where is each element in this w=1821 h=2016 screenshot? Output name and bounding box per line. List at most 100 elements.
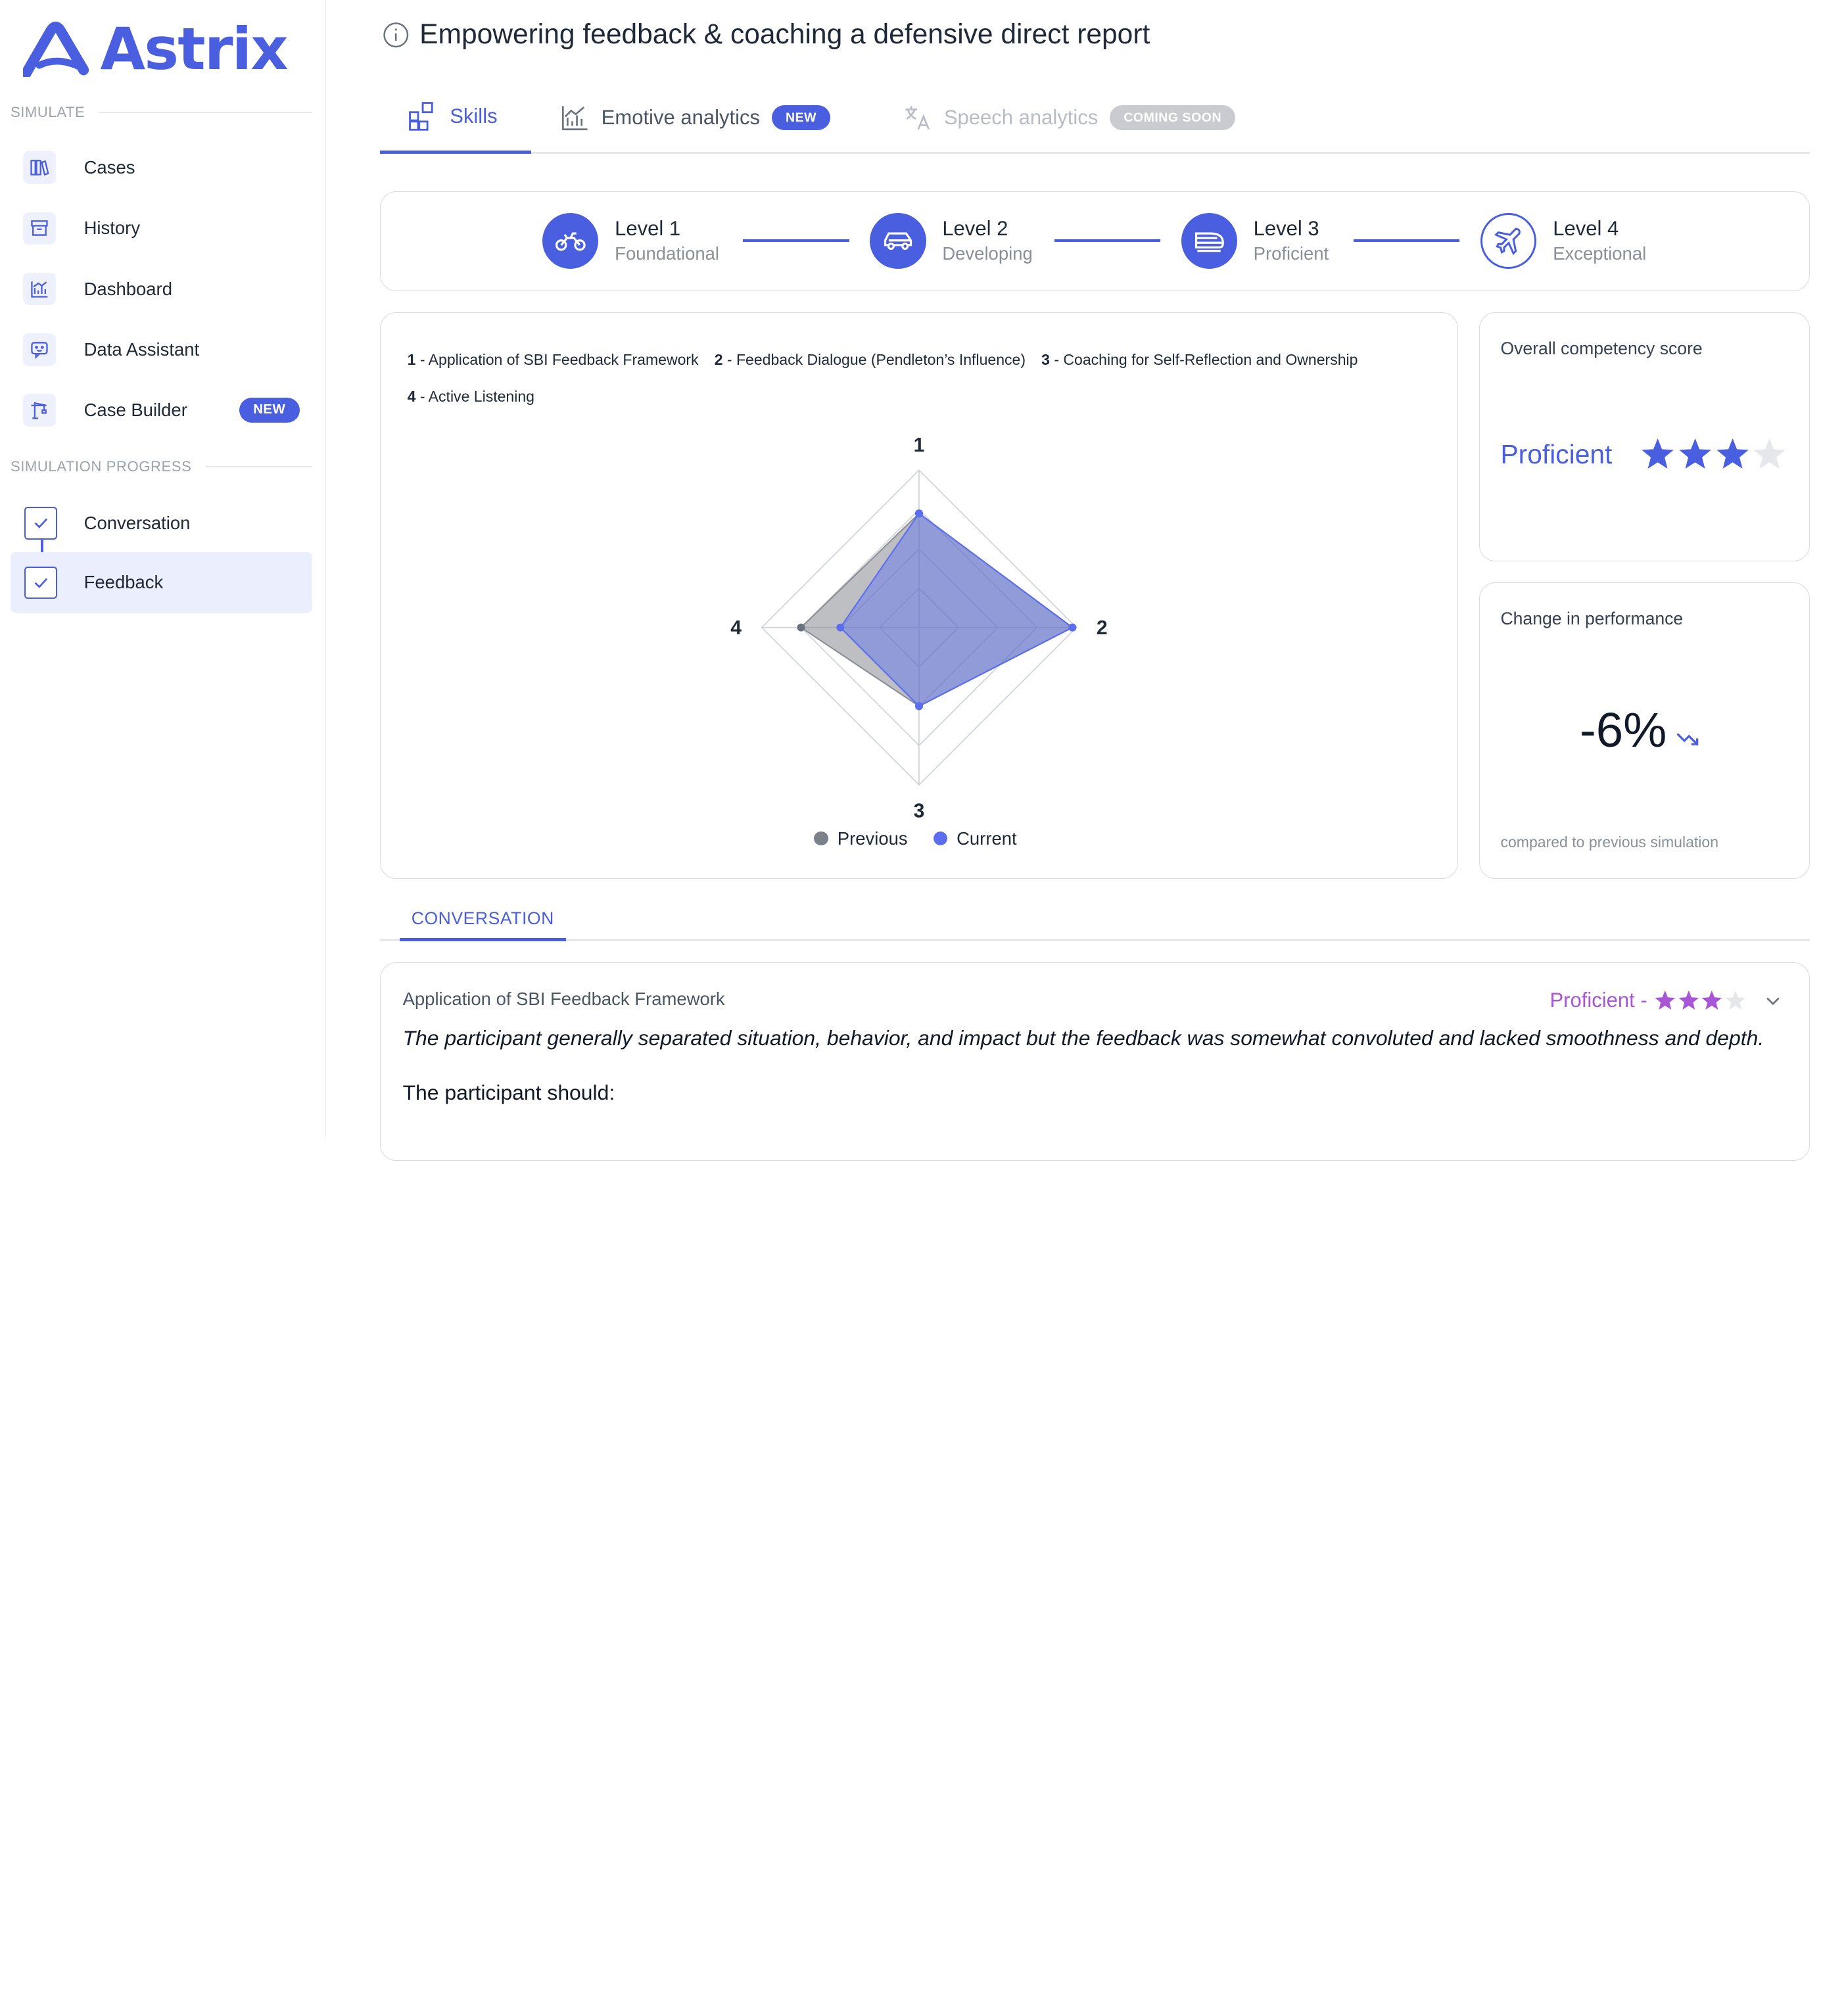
radar-point-current bbox=[1068, 623, 1077, 632]
level-1: Level 1 Foundational bbox=[542, 212, 720, 269]
trend-down-icon bbox=[1676, 732, 1699, 745]
performance-value: -6% bbox=[1579, 703, 1667, 758]
tab-skills[interactable]: Skills bbox=[379, 82, 532, 154]
car-icon bbox=[870, 212, 926, 269]
blocks-icon bbox=[409, 102, 434, 131]
skill-rating: Proficient - bbox=[1549, 989, 1784, 1012]
performance-heading: Change in performance bbox=[1500, 609, 1684, 629]
divider bbox=[99, 111, 313, 113]
sidebar-item-dashboard[interactable]: Dashboard bbox=[11, 260, 312, 318]
performance-card: Change in performance -6% compared to pr… bbox=[1478, 582, 1810, 879]
skill-heading: Application of SBI Feedback Framework bbox=[402, 989, 725, 1010]
radar-point-current bbox=[914, 509, 923, 518]
overall-score-card: Overall competency score Proficient bbox=[1478, 312, 1810, 562]
score-value: Proficient bbox=[1500, 438, 1613, 469]
level-subtitle: Exceptional bbox=[1553, 243, 1647, 264]
sidebar-item-cases[interactable]: Cases bbox=[11, 139, 312, 197]
tab-label: Speech analytics bbox=[943, 106, 1099, 129]
new-badge: NEW bbox=[239, 398, 300, 423]
radar-axis-label: 4 bbox=[730, 617, 742, 639]
legend-dot bbox=[933, 832, 947, 846]
tab-speech-analytics: Speech analytics COMING SOON bbox=[902, 82, 1236, 154]
radar-point-current bbox=[914, 702, 923, 711]
radar-point-current bbox=[836, 623, 845, 632]
radar-axis-label: 3 bbox=[913, 801, 924, 822]
divider bbox=[205, 465, 313, 467]
level-subtitle: Developing bbox=[942, 243, 1033, 264]
level-title: Level 3 bbox=[1253, 217, 1319, 241]
skill-detail-card: Application of SBI Feedback Framework Pr… bbox=[379, 962, 1810, 1161]
progress-step-conversation[interactable]: Conversation bbox=[11, 493, 312, 553]
radar-axis-label: 2 bbox=[1097, 617, 1108, 639]
simulate-section-label: SIMULATE bbox=[11, 104, 313, 121]
plane-icon bbox=[1480, 212, 1537, 269]
legend-dot bbox=[814, 832, 828, 846]
chat-bot-icon bbox=[23, 333, 57, 366]
star-empty-icon bbox=[1753, 438, 1786, 469]
star-filled-icon bbox=[1679, 438, 1711, 469]
brand-name: Astrix bbox=[100, 14, 288, 83]
level-title: Level 2 bbox=[942, 217, 1008, 241]
star-filled-icon bbox=[1655, 991, 1676, 1010]
crane-icon bbox=[23, 394, 57, 427]
checkbox-checked-icon bbox=[24, 507, 57, 540]
tab-emotive-analytics[interactable]: Emotive analytics NEW bbox=[559, 82, 831, 154]
star-filled-icon bbox=[1678, 991, 1699, 1010]
level-connector bbox=[1354, 239, 1460, 242]
legend-previous[interactable]: Previous bbox=[814, 828, 908, 849]
level-title: Level 4 bbox=[1553, 217, 1619, 241]
progress-step-feedback[interactable]: Feedback bbox=[10, 552, 313, 613]
level-3: Level 3 Proficient bbox=[1181, 212, 1329, 269]
app-root: Astrix SIMULATE Cases History Dashboard bbox=[0, 0, 1821, 1161]
coming-soon-badge: COMING SOON bbox=[1110, 105, 1236, 130]
books-icon bbox=[23, 151, 57, 185]
star-filled-icon bbox=[1642, 438, 1674, 469]
archive-icon bbox=[23, 212, 57, 245]
skill-rating-stars bbox=[1654, 989, 1746, 1012]
level-2: Level 2 Developing bbox=[870, 212, 1033, 269]
sidebar-item-label: Data Assistant bbox=[83, 339, 200, 360]
train-icon bbox=[1181, 212, 1237, 269]
checkbox-checked-icon bbox=[24, 566, 57, 599]
star-filled-icon bbox=[1716, 438, 1749, 469]
simulation-progress-label: SIMULATION PROGRESS bbox=[10, 457, 192, 475]
sidebar-item-label: Case Builder bbox=[83, 399, 187, 420]
progress-step-label: Feedback bbox=[83, 572, 164, 593]
conversation-tabbar: CONVERSATION bbox=[379, 900, 1810, 942]
level-connector bbox=[743, 239, 849, 242]
tab-label: Emotive analytics bbox=[601, 106, 760, 129]
analytics-tabs: Skills Emotive analytics NEW Speech anal… bbox=[379, 82, 1810, 154]
star-empty-icon bbox=[1725, 991, 1745, 1010]
page-header: Empowering feedback & coaching a defensi… bbox=[382, 18, 1150, 51]
legend-current[interactable]: Current bbox=[933, 828, 1017, 849]
info-icon[interactable] bbox=[382, 21, 410, 49]
analytics-chart-icon bbox=[561, 106, 588, 131]
tab-label: Skills bbox=[450, 104, 498, 128]
sidebar-item-history[interactable]: History bbox=[11, 199, 312, 258]
levels-card: Level 1 Foundational Level 2 Developing Le… bbox=[379, 191, 1810, 292]
performance-footnote: compared to previous simulation bbox=[1500, 833, 1719, 851]
radar-chart: 1 2 3 4 bbox=[730, 434, 1108, 822]
sidebar-item-label: Dashboard bbox=[83, 278, 172, 299]
chevron-down-icon[interactable] bbox=[1762, 990, 1784, 1011]
level-subtitle: Proficient bbox=[1253, 243, 1329, 264]
level-4: Level 4 Exceptional bbox=[1480, 212, 1647, 269]
motorbike-icon bbox=[542, 212, 599, 269]
level-title: Level 1 bbox=[615, 217, 681, 241]
skill-should-heading: The participant should: bbox=[402, 1081, 615, 1105]
chart-icon bbox=[23, 272, 57, 306]
tab-conversation[interactable]: CONVERSATION bbox=[400, 900, 566, 942]
sidebar-item-label: History bbox=[83, 218, 141, 239]
new-badge: NEW bbox=[771, 105, 831, 130]
astrix-logo-icon bbox=[23, 21, 89, 77]
radar-axis-label: 1 bbox=[913, 434, 924, 456]
sidebar-item-label: Cases bbox=[83, 157, 135, 178]
simulation-progress-section-label: SIMULATION PROGRESS bbox=[10, 457, 313, 475]
level-subtitle: Foundational bbox=[615, 243, 720, 264]
page-title: Empowering feedback & coaching a defensi… bbox=[419, 18, 1150, 51]
skill-rating-label: Proficient - bbox=[1549, 989, 1647, 1012]
logo[interactable]: Astrix bbox=[23, 14, 289, 83]
sidebar-item-data-assistant[interactable]: Data Assistant bbox=[11, 320, 312, 379]
translate-icon bbox=[905, 106, 930, 130]
sidebar-item-case-builder[interactable]: Case Builder NEW bbox=[11, 381, 312, 440]
